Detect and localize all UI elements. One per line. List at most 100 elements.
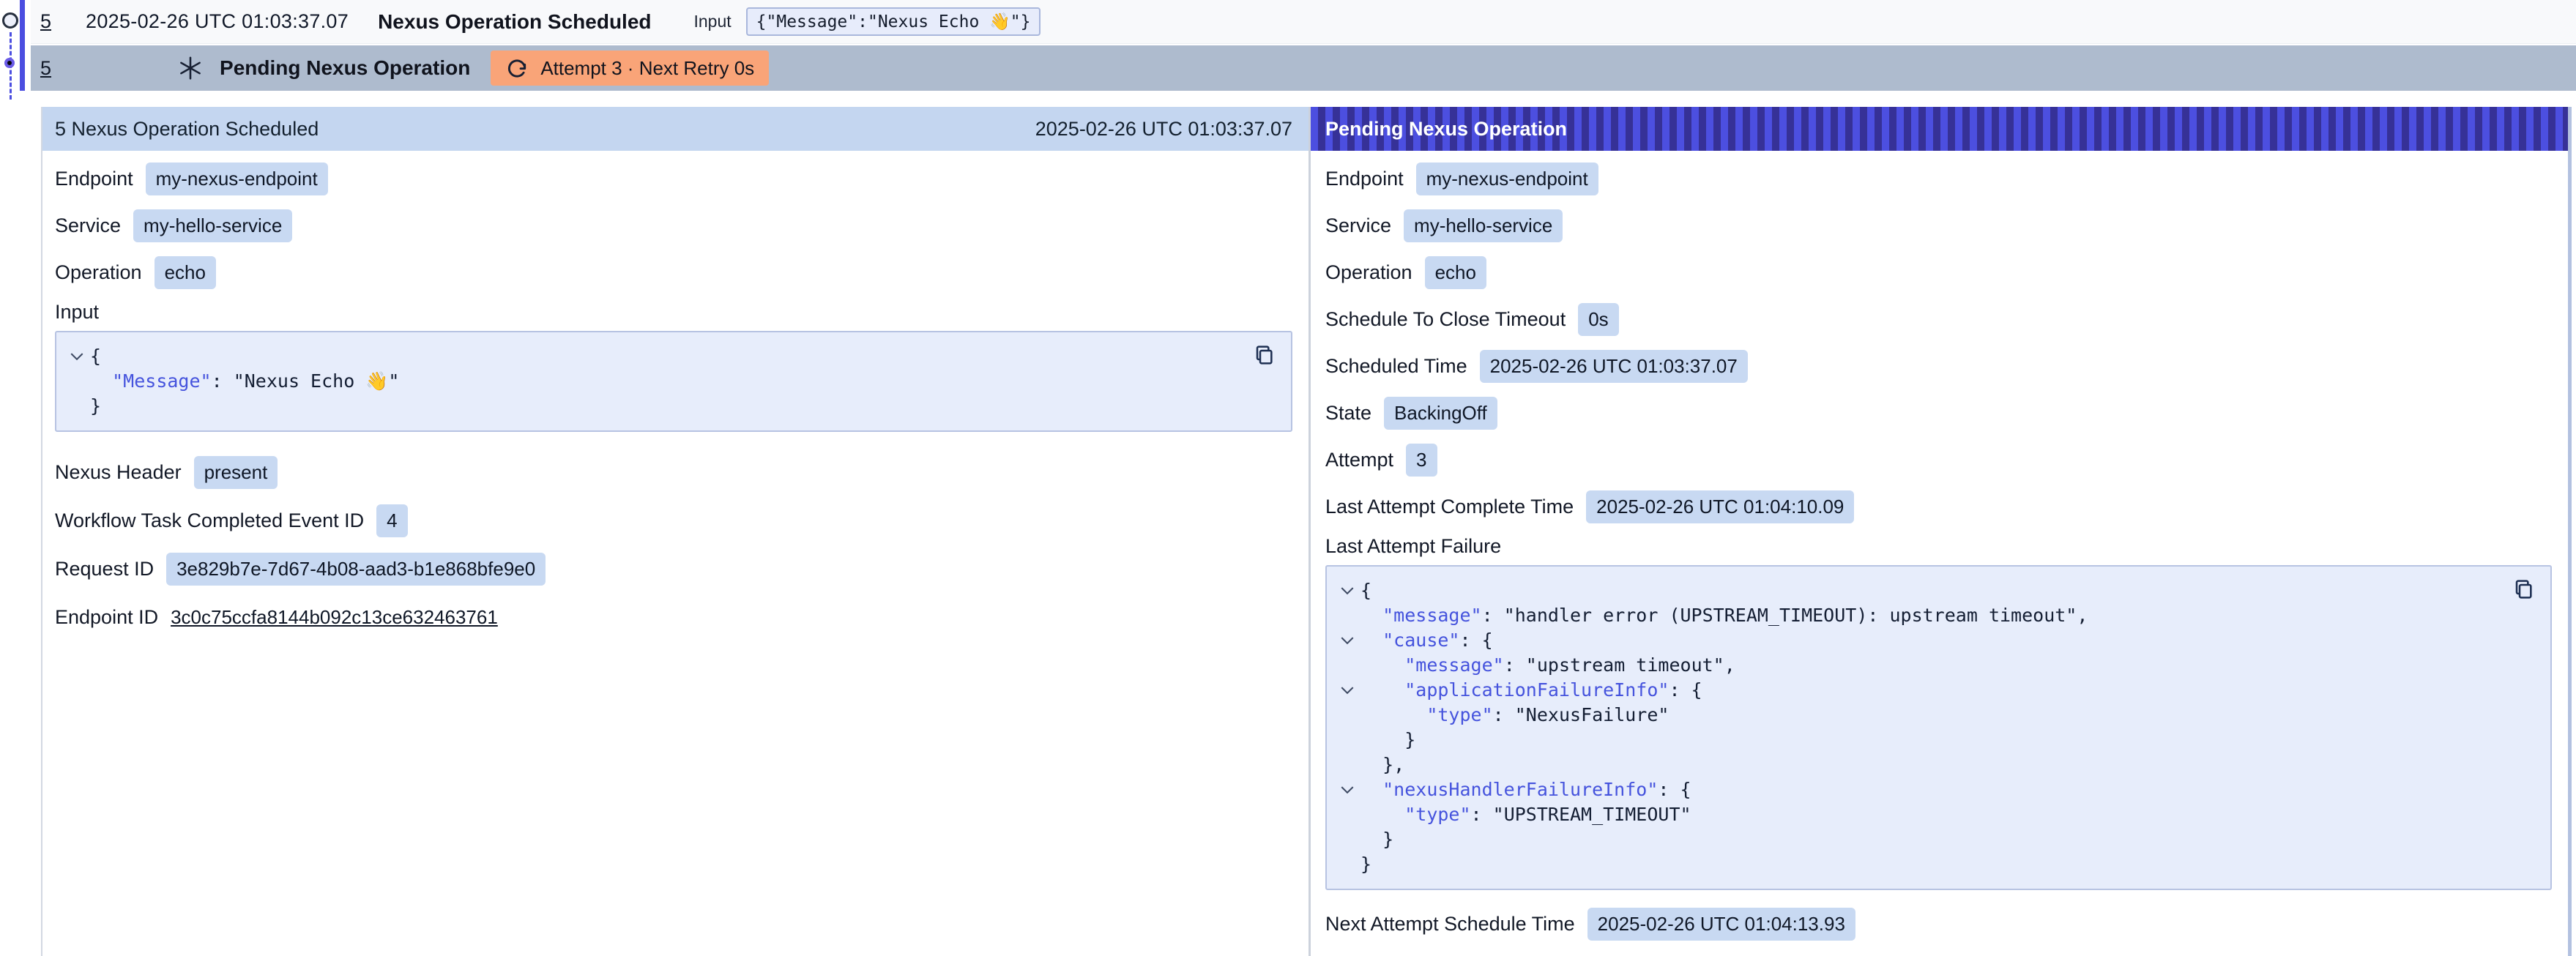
field-row: Operation echo <box>55 249 1309 296</box>
field-value-badge: echo <box>1425 256 1486 289</box>
field-row: Schedule To Close Timeout 0s <box>1325 296 2568 343</box>
json-line: "type": "NexusFailure" <box>1334 703 2499 728</box>
collapse-chevron-icon[interactable] <box>1334 678 1360 703</box>
json-line-content: } <box>1360 728 1415 753</box>
collapse-chevron-icon[interactable] <box>1334 578 1360 603</box>
collapse-chevron-icon[interactable] <box>1334 777 1360 802</box>
json-line-gutter <box>1334 728 1360 753</box>
json-line: } <box>64 394 1240 419</box>
temporal-event-history-screen: 5 2025-02-26 UTC 01:03:37.07 Nexus Opera… <box>0 0 2576 956</box>
json-line-content: }, <box>1360 753 1404 777</box>
field-row: Endpoint ID 3c0c75ccfa8144b092c13ce632463… <box>55 593 1309 641</box>
json-line-content: } <box>90 394 101 419</box>
field-label: Service <box>55 214 121 237</box>
json-line-gutter <box>1334 603 1360 628</box>
pending-operation-panel: Pending Nexus Operation Endpointmy-nexus… <box>1311 107 2572 956</box>
field-label: Last Attempt Complete Time <box>1325 496 1574 518</box>
field-label: Workflow Task Completed Event ID <box>55 509 364 532</box>
event-input-label: Input <box>694 12 732 31</box>
json-line-content: } <box>1360 827 1393 852</box>
json-line: "cause": { <box>1334 628 2499 653</box>
json-line-gutter <box>1334 653 1360 678</box>
json-line-gutter <box>1334 753 1360 777</box>
copy-json-button[interactable] <box>2512 577 2536 604</box>
pending-panel-title: Pending Nexus Operation <box>1325 118 1567 141</box>
json-line-content: "type": "NexusFailure" <box>1360 703 1669 728</box>
event-id-link[interactable]: 5 <box>40 10 51 33</box>
event-timestamp: 2025-02-26 UTC 01:03:37.07 <box>86 10 349 33</box>
event-id-link[interactable]: 5 <box>40 57 51 80</box>
json-line: { <box>1334 578 2499 603</box>
json-line-gutter <box>1334 852 1360 877</box>
field-label: State <box>1325 402 1371 425</box>
event-title: Nexus Operation Scheduled <box>378 10 651 34</box>
field-value-badge: 4 <box>376 504 407 537</box>
input-json-viewer: { "Message": "Nexus Echo 👋"} <box>55 331 1292 432</box>
field-value-badge: my-hello-service <box>133 209 292 242</box>
json-line-content: "type": "UPSTREAM_TIMEOUT" <box>1360 802 1691 827</box>
field-label: Next Attempt Schedule Time <box>1325 913 1575 936</box>
json-line: "type": "UPSTREAM_TIMEOUT" <box>1334 802 2499 827</box>
field-value-badge: 2025-02-26 UTC 01:04:13.93 <box>1587 908 1855 941</box>
json-line-content: "applicationFailureInfo": { <box>1360 678 1702 703</box>
pending-fields-footer: Next Attempt Schedule Time 2025-02-26 UTC… <box>1311 890 2568 947</box>
json-line-gutter <box>64 369 90 394</box>
collapse-chevron-icon[interactable] <box>1334 628 1360 653</box>
field-row: Next Attempt Schedule Time 2025-02-26 UTC… <box>1325 900 2568 947</box>
event-row-scheduled[interactable]: 5 2025-02-26 UTC 01:03:37.07 Nexus Opera… <box>31 0 2576 44</box>
field-label: Nexus Header <box>55 461 182 484</box>
field-row: Endpointmy-nexus-endpoint <box>55 155 1309 202</box>
json-line: "message": "handler error (UPSTREAM_TIME… <box>1334 603 2499 628</box>
field-value-badge: 2025-02-26 UTC 01:04:10.09 <box>1586 490 1854 523</box>
field-label: Service <box>1325 214 1391 237</box>
field-row: Nexus Headerpresent <box>55 448 1309 496</box>
field-row: State BackingOff <box>1325 389 2568 436</box>
json-line-gutter <box>1334 802 1360 827</box>
json-line: } <box>1334 852 2499 877</box>
field-value-badge: 2025-02-26 UTC 01:03:37.07 <box>1480 350 1748 383</box>
field-label: Endpoint ID <box>55 606 158 629</box>
event-detail-panels: 5 Nexus Operation Scheduled 2025-02-26 U… <box>41 107 2572 956</box>
field-row: Service my-hello-service <box>1325 202 2568 249</box>
timeline-event-circle-icon <box>2 12 18 29</box>
field-label: Operation <box>55 261 142 284</box>
pending-asterisk-icon <box>177 55 204 81</box>
json-line: } <box>1334 728 2499 753</box>
collapse-chevron-icon[interactable] <box>64 344 90 369</box>
json-line-gutter <box>1334 703 1360 728</box>
failure-json-viewer: { "message": "handler error (UPSTREAM_TI… <box>1325 565 2552 890</box>
field-row: Endpointmy-nexus-endpoint <box>1325 155 2568 202</box>
json-line-content: "message": "handler error (UPSTREAM_TIME… <box>1360 603 2088 628</box>
json-line: } <box>1334 827 2499 852</box>
field-label: Operation <box>1325 261 1412 284</box>
field-value-badge: 3e829b7e-7d67-4b08-aad3-b1e868bfe9e0 <box>166 553 546 586</box>
copy-json-button[interactable] <box>1253 343 1276 370</box>
scheduled-panel-title: 5 Nexus Operation Scheduled <box>55 118 319 141</box>
field-value-badge: echo <box>155 256 216 289</box>
field-value-link[interactable]: 3c0c75ccfa8144b092c13ce632463761 <box>171 606 498 629</box>
event-row-pending[interactable]: 5 Pending Nexus Operation Attempt 3 · Ne… <box>31 45 2576 91</box>
field-value-badge: 0s <box>1578 303 1618 336</box>
retry-status-badge: Attempt 3 · Next Retry 0s <box>491 51 769 86</box>
json-line: "nexusHandlerFailureInfo": { <box>1334 777 2499 802</box>
field-row: Operation echo <box>1325 249 2568 296</box>
json-line-content: { <box>90 344 101 369</box>
field-row: Scheduled Time2025-02-26 UTC 01:03:37.07 <box>1325 343 2568 389</box>
field-value-badge: BackingOff <box>1384 397 1497 430</box>
json-line-content: "nexusHandlerFailureInfo": { <box>1360 777 1691 802</box>
field-value-badge: my-nexus-endpoint <box>146 163 328 195</box>
json-line: "applicationFailureInfo": { <box>1334 678 2499 703</box>
input-section-label: Input <box>42 296 1309 328</box>
field-row: Service my-hello-service <box>55 202 1309 249</box>
failure-section-label: Last Attempt Failure <box>1311 530 2568 562</box>
retry-badge-text: Attempt 3 · Next Retry 0s <box>540 57 754 80</box>
scheduled-fields-bottom: Nexus Headerpresent Workflow Task Complet… <box>42 432 1309 641</box>
json-line-content: "Message": "Nexus Echo 👋" <box>90 369 399 394</box>
field-label: Schedule To Close Timeout <box>1325 308 1566 331</box>
event-input-chip[interactable]: {"Message":"Nexus Echo 👋"} <box>746 7 1041 36</box>
field-value-badge: my-hello-service <box>1404 209 1563 242</box>
pending-panel-header: Pending Nexus Operation <box>1311 107 2568 151</box>
field-label: Request ID <box>55 558 154 580</box>
json-line-content: "cause": { <box>1360 628 1493 653</box>
retry-icon <box>505 56 529 80</box>
